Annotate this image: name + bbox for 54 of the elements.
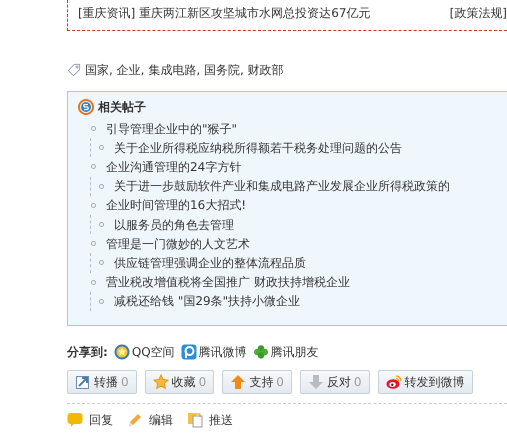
related-post-link[interactable]: 企业沟通管理的24字方针 bbox=[106, 158, 242, 176]
related-post-link[interactable]: 关于进一步鼓励软件产业和集成电路产业发展企业所得税政策的 bbox=[114, 177, 450, 196]
clover-icon bbox=[252, 344, 269, 360]
share-label: 分享到: bbox=[67, 344, 108, 361]
sina-button[interactable]: 转发到微博 bbox=[378, 370, 473, 394]
related-post-link[interactable]: 关于企业所得税应纳税所得额若干税务处理问题的公告 bbox=[114, 138, 402, 157]
tag-link[interactable]: 国家, bbox=[85, 63, 113, 77]
support-button[interactable]: 支持 0 bbox=[222, 370, 292, 394]
bullet-icon bbox=[99, 222, 104, 228]
bullet-icon bbox=[91, 202, 96, 208]
related-post-link[interactable]: 企业时间管理的16大招式! bbox=[106, 196, 246, 214]
bullet-icon bbox=[99, 145, 104, 150]
bullet-icon bbox=[91, 126, 96, 132]
up-arrow-icon bbox=[230, 374, 246, 390]
bullet-icon bbox=[99, 298, 104, 304]
push-link[interactable]: 推送 bbox=[187, 410, 233, 429]
related-post-link[interactable]: 营业税改增值税将全国推广 财政扶持增税企业 bbox=[106, 273, 350, 292]
bullet-icon bbox=[91, 280, 96, 285]
tag-icon bbox=[67, 63, 81, 77]
edit-link[interactable]: 编辑 bbox=[127, 410, 173, 429]
related-post-link[interactable]: 减税还给钱 "国29条"扶持小微企业 bbox=[114, 292, 300, 310]
forward-button[interactable]: 转播 0 bbox=[67, 370, 137, 394]
bullet-icon bbox=[99, 260, 104, 266]
documents-icon bbox=[187, 412, 203, 428]
related-post-link[interactable]: 供应链管理强调企业的整体流程品质 bbox=[114, 254, 306, 272]
share-link[interactable]: QQ空间 bbox=[114, 342, 175, 361]
down-arrow-icon bbox=[308, 374, 324, 390]
s-logo-icon bbox=[78, 99, 94, 115]
star-icon bbox=[152, 374, 169, 390]
favorite-button[interactable]: 收藏 0 bbox=[144, 370, 214, 394]
bullet-icon bbox=[91, 164, 96, 170]
related-post-link[interactable]: 引导管理企业中的"猴子" bbox=[106, 120, 238, 138]
eye-logo-icon bbox=[386, 374, 402, 390]
panel-title: 相关帖子 bbox=[98, 99, 146, 116]
tag-link[interactable]: 财政部 bbox=[248, 63, 284, 77]
p-logo-icon bbox=[180, 344, 197, 360]
tag-link[interactable]: 企业, bbox=[116, 63, 144, 77]
star-badge-icon bbox=[114, 344, 130, 360]
speech-bubble-icon bbox=[67, 412, 83, 428]
related-post-link[interactable]: 以服务员的角色去管理 bbox=[114, 216, 234, 234]
share-link[interactable]: 腾讯朋友 bbox=[252, 342, 319, 361]
tag-link[interactable]: 集成电路, bbox=[148, 63, 200, 77]
share-link[interactable]: 腾讯微博 bbox=[180, 342, 247, 361]
related-post-link[interactable]: 管理是一门微妙的人文艺术 bbox=[106, 234, 250, 253]
tag-link[interactable]: 国务院, bbox=[204, 63, 244, 77]
news-link[interactable]: 重庆两江新区攻坚城市水网总投资达67亿元 bbox=[139, 6, 370, 20]
pencil-icon bbox=[127, 412, 143, 428]
oppose-button[interactable]: 反对 0 bbox=[300, 370, 370, 394]
bullet-icon bbox=[91, 241, 96, 246]
category-label: [重庆资讯] bbox=[78, 6, 136, 20]
section-label: [政策法规] bbox=[450, 5, 507, 22]
reply-link[interactable]: 回复 bbox=[67, 410, 113, 429]
share-arrow-icon bbox=[75, 374, 91, 390]
bullet-icon bbox=[99, 184, 104, 189]
